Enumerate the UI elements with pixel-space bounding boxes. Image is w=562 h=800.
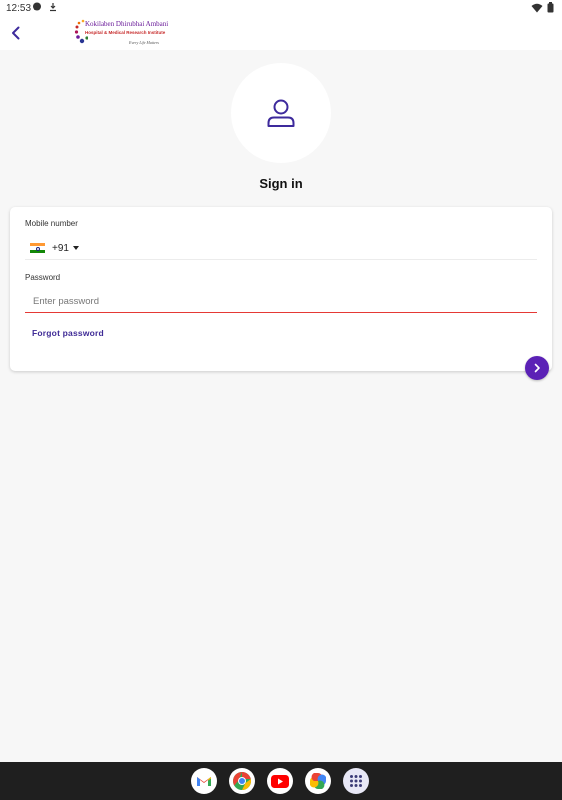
app-bar: Kokilaben Dhirubhai Ambani Hospital & Me… <box>0 16 562 50</box>
password-label: Password <box>25 273 61 282</box>
caret-down-icon[interactable] <box>72 246 79 250</box>
logo-subtitle: Hospital & Medical Research Institute <box>85 30 166 35</box>
back-button[interactable] <box>6 23 26 43</box>
download-icon <box>50 3 56 12</box>
app-dock <box>191 768 369 794</box>
chrome-icon[interactable] <box>229 768 255 794</box>
photos-icon[interactable] <box>305 768 331 794</box>
status-notification-icons <box>32 2 58 12</box>
mobile-number-field[interactable]: +91 <box>25 237 537 260</box>
status-time: 12:53 <box>6 3 32 14</box>
app-drawer-icon[interactable] <box>343 768 369 794</box>
chevron-right-icon <box>534 363 540 373</box>
logo-title: Kokilaben Dhirubhai Ambani <box>85 20 169 28</box>
battery-icon <box>547 2 554 13</box>
country-code[interactable]: +91 <box>52 243 69 254</box>
status-system-icons <box>531 2 554 13</box>
chevron-left-icon <box>12 26 20 40</box>
forgot-password-link[interactable]: Forgot password <box>32 328 104 338</box>
gmail-icon[interactable] <box>191 768 217 794</box>
person-icon <box>267 99 295 127</box>
india-flag-icon <box>30 243 45 253</box>
chat-bubble-icon <box>33 2 41 11</box>
hospital-logo: Kokilaben Dhirubhai Ambani Hospital & Me… <box>74 19 170 47</box>
status-bar: 12:53 <box>0 0 562 16</box>
sign-in-card: Mobile number +91 Password Forgot passwo… <box>10 207 552 371</box>
wifi-icon <box>531 3 543 12</box>
logo-tagline: Every Life Matters <box>129 40 159 45</box>
taskbar <box>0 762 562 800</box>
youtube-icon[interactable] <box>267 768 293 794</box>
page-title: Sign in <box>259 176 303 191</box>
password-input[interactable] <box>25 291 537 313</box>
next-button[interactable] <box>525 356 549 380</box>
mobile-number-label: Mobile number <box>25 219 78 228</box>
avatar <box>231 63 331 163</box>
